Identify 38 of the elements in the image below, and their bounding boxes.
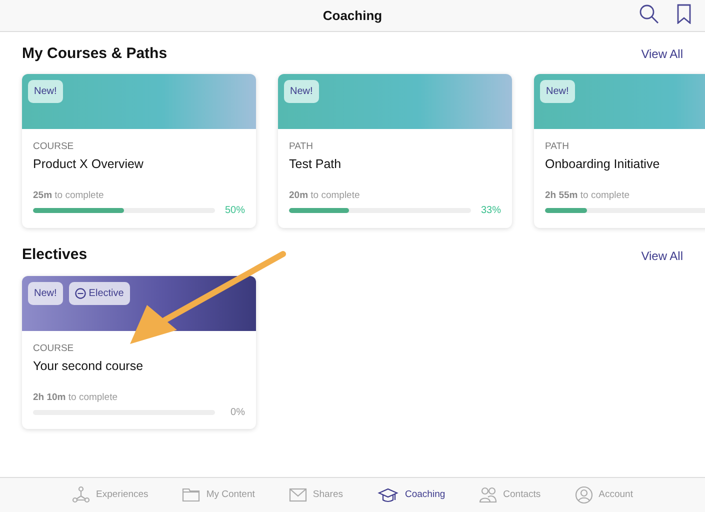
course-card[interactable]: New! COURSE Product X Overview 25m to complete 50% — [22, 74, 256, 228]
duration-text: 20m to complete — [289, 189, 361, 204]
card-title: Product X Overview — [33, 156, 144, 174]
new-tag: New! — [28, 80, 63, 103]
card-title: Test Path — [289, 156, 342, 174]
section-title: My Courses & Paths — [22, 44, 168, 64]
course-card[interactable]: New! PATH Onboarding Initiative 2h 55m to complete — [534, 74, 705, 228]
view-all-link[interactable]: View All — [641, 246, 683, 264]
tab-item[interactable]: Coaching — [377, 486, 446, 504]
envelope-icon — [288, 486, 307, 504]
people-icon — [479, 486, 498, 504]
minus-circle-icon — [74, 288, 86, 298]
account-icon — [574, 486, 593, 504]
elective-label: Elective — [88, 286, 124, 300]
progress-percent: 33% — [480, 204, 501, 218]
folder-icon — [182, 486, 200, 504]
bookmark-icon[interactable] — [677, 4, 691, 24]
content-type: PATH — [545, 140, 570, 154]
card-title: Your second course — [33, 358, 144, 375]
content-type: COURSE — [33, 140, 75, 154]
view-all-link[interactable]: View All — [641, 45, 683, 63]
progress-percent: 50% — [224, 204, 245, 218]
duration-text: 2h 55m to complete — [545, 189, 630, 204]
new-tag: New! — [28, 282, 63, 304]
cap-icon — [377, 486, 399, 504]
search-icon[interactable] — [639, 4, 659, 24]
course-card[interactable]: New! Elective COURSE Your second course 2h 10m to complete 0% — [22, 276, 256, 429]
duration-text: 25m to complete — [33, 189, 105, 204]
content-type: COURSE — [33, 342, 75, 356]
screen-title: Coaching — [322, 6, 382, 25]
course-card[interactable]: New! PATH Test Path 20m to complete 33% — [278, 74, 512, 228]
card-title: Onboarding Initiative — [545, 156, 661, 174]
progress-percent: 0% — [230, 406, 245, 420]
new-tag: New! — [284, 80, 319, 103]
section-title: Electives — [22, 245, 88, 266]
content-type: PATH — [289, 140, 314, 154]
new-tag: New! — [540, 80, 575, 103]
duration-text: 2h 10m to complete — [33, 390, 118, 405]
